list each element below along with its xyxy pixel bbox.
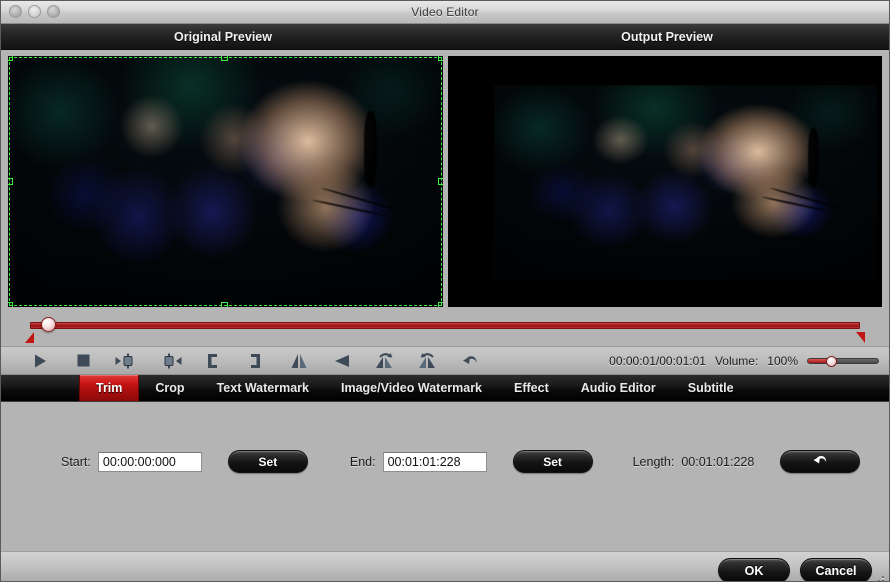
timecode-display: 00:00:01/00:01:01: [609, 353, 706, 368]
next-frame-icon: [158, 353, 182, 369]
tab-image-video-watermark[interactable]: Image/Video Watermark: [325, 375, 498, 401]
output-preview-label: Output Preview: [621, 29, 713, 44]
trim-end-marker-icon[interactable]: [856, 332, 865, 343]
preview-area: [1, 50, 889, 311]
undo-arrow-icon: [812, 453, 829, 471]
flip-horizontal-icon: [333, 353, 351, 369]
start-time-input[interactable]: [97, 451, 202, 472]
timeline[interactable]: [1, 311, 889, 346]
previous-frame-icon: [115, 353, 139, 369]
playback-control-bar: 00:00:01/00:01:01 Volume: 100%: [1, 346, 889, 375]
dialog-footer: OK Cancel: [1, 551, 889, 581]
timeline-playhead[interactable]: [41, 317, 56, 332]
tab-trim[interactable]: Trim: [79, 375, 140, 401]
previous-frame-button[interactable]: [105, 348, 148, 373]
set-end-point-button[interactable]: [234, 348, 277, 373]
next-frame-button[interactable]: [148, 348, 191, 373]
output-preview-pane[interactable]: [447, 56, 882, 307]
trim-reset-button[interactable]: [780, 450, 861, 473]
original-preview-label: Original Preview: [174, 29, 272, 44]
window-controls: [9, 5, 60, 18]
playback-buttons: [1, 348, 492, 373]
tab-text-watermark[interactable]: Text Watermark: [201, 375, 325, 401]
reset-button[interactable]: [449, 348, 492, 373]
undo-arrow-icon: [462, 353, 479, 369]
flip-horizontal-button[interactable]: [320, 348, 363, 373]
play-icon: [34, 354, 47, 368]
trim-controls-row: Start: Set End: Set Length: 00:01:01:228: [1, 450, 889, 473]
rotate-right-button[interactable]: [406, 348, 449, 373]
minimize-button[interactable]: [28, 5, 41, 18]
trim-start-marker-icon[interactable]: [25, 332, 34, 343]
set-start-button[interactable]: Set: [227, 450, 308, 473]
start-label: Start:: [61, 454, 91, 469]
play-button[interactable]: [19, 348, 62, 373]
volume-value: 100%: [767, 353, 798, 368]
end-time-input[interactable]: [382, 451, 487, 472]
set-start-point-button[interactable]: [191, 348, 234, 373]
bracket-left-icon: [206, 353, 219, 369]
zoom-button[interactable]: [47, 5, 60, 18]
tab-crop[interactable]: Crop: [139, 375, 200, 401]
volume-label: Volume:: [714, 353, 759, 368]
set-end-button[interactable]: Set: [512, 450, 593, 473]
original-video-frame: [8, 56, 443, 307]
flip-vertical-button[interactable]: [277, 348, 320, 373]
window-title: Video Editor: [411, 5, 479, 19]
rotate-left-icon: [374, 352, 396, 369]
ok-button[interactable]: OK: [718, 558, 790, 581]
output-letterbox: [494, 84, 877, 281]
tab-subtitle[interactable]: Subtitle: [672, 375, 750, 401]
length-label: Length:: [632, 454, 675, 469]
cancel-button[interactable]: Cancel: [800, 558, 872, 581]
close-button[interactable]: [9, 5, 22, 18]
title-bar: Video Editor: [1, 1, 889, 24]
rotate-left-button[interactable]: [363, 348, 406, 373]
original-preview-pane[interactable]: [8, 56, 443, 307]
stop-button[interactable]: [62, 348, 105, 373]
bracket-right-icon: [249, 353, 262, 369]
time-volume-group: 00:00:01/00:01:01 Volume: 100%: [609, 352, 889, 370]
tab-audio-editor[interactable]: Audio Editor: [565, 375, 672, 401]
timeline-track[interactable]: [30, 322, 860, 329]
end-label: End:: [349, 454, 376, 469]
preview-header-bar: Original Preview Output Preview: [1, 24, 889, 50]
stop-icon: [77, 354, 90, 367]
rotate-right-icon: [417, 352, 439, 369]
output-video-frame: [494, 84, 877, 281]
video-editor-window: Video Editor Original Preview Output Pre…: [0, 0, 890, 582]
length-value: 00:01:01:228: [681, 454, 755, 469]
flip-vertical-icon: [290, 353, 308, 369]
editor-tab-bar: Trim Crop Text Watermark Image/Video Wat…: [1, 375, 889, 402]
tab-effect[interactable]: Effect: [498, 375, 565, 401]
volume-slider[interactable]: [807, 352, 879, 370]
trim-panel: Start: Set End: Set Length: 00:01:01:228: [1, 402, 889, 551]
resize-grip[interactable]: [874, 574, 887, 581]
volume-knob[interactable]: [826, 355, 837, 367]
